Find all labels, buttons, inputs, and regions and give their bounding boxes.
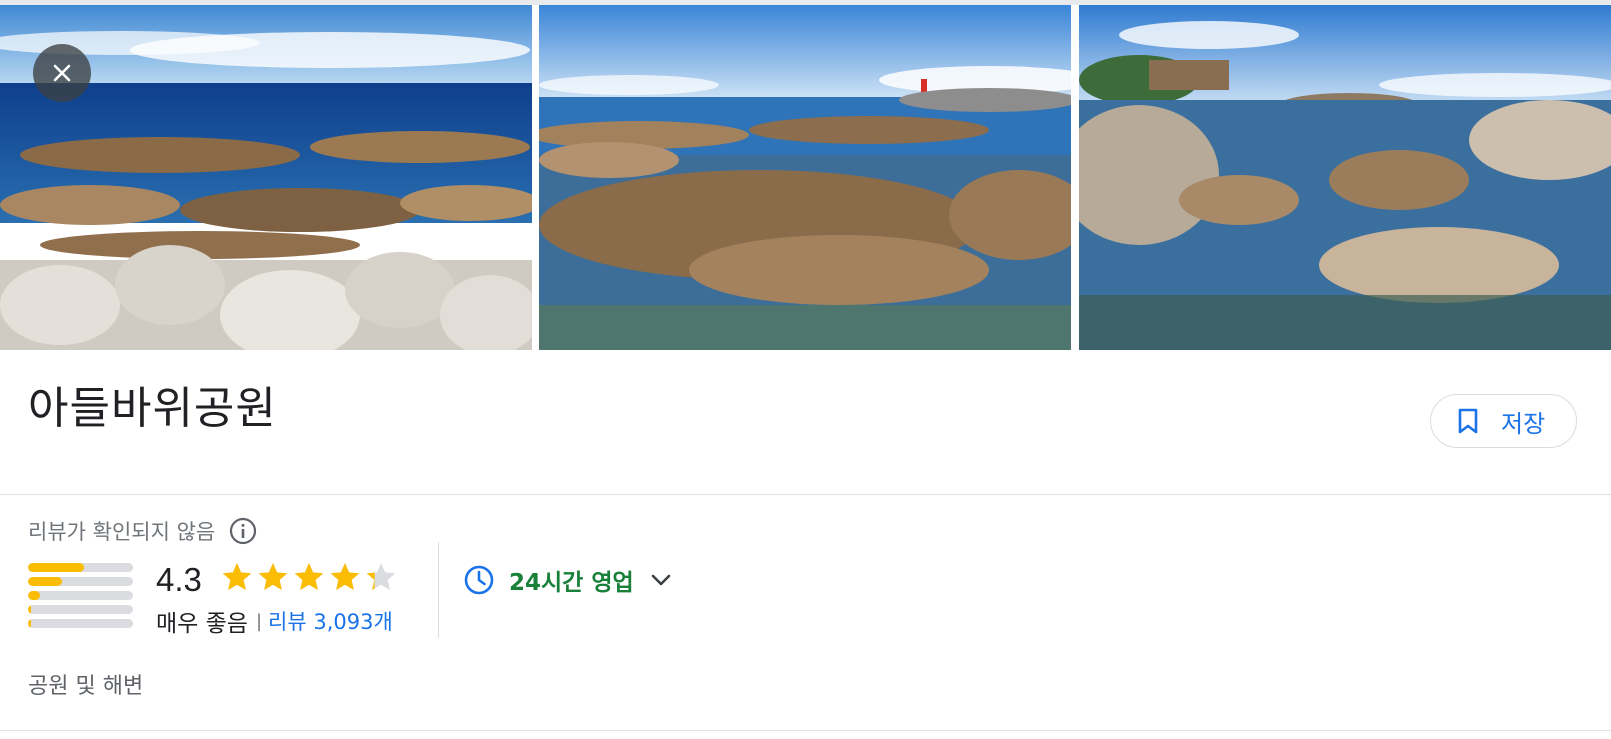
star-icon: [294, 563, 324, 590]
rating-bar-fill: [28, 563, 84, 572]
rating-bar-1: [28, 619, 133, 628]
clock-icon: [464, 565, 494, 595]
chevron-down-icon: [651, 574, 670, 586]
close-button[interactable]: [33, 44, 91, 102]
photo-gallery: [0, 5, 1611, 350]
star-icon: [258, 563, 288, 590]
unverified-reviews-notice: 리뷰가 확인되지 않음: [28, 516, 257, 546]
separator: |: [255, 610, 263, 632]
rating-score: 4.3: [156, 561, 202, 598]
save-button[interactable]: 저장: [1430, 394, 1577, 448]
bottom-divider: [0, 730, 1611, 731]
hours-toggle[interactable]: 24시간 영업: [463, 563, 674, 597]
rating-bar-fill: [28, 577, 62, 586]
photo-3[interactable]: [1079, 5, 1611, 350]
rating-summary: 매우 좋음 | 리뷰 3,093개: [156, 604, 393, 638]
reviews-link[interactable]: 리뷰 3,093개: [268, 606, 393, 636]
rating-distribution: [28, 563, 133, 633]
section-divider: [0, 494, 1611, 495]
rating-bar-fill: [28, 591, 40, 600]
star-rating: [221, 561, 397, 593]
place-category: 공원 및 해변: [28, 674, 144, 699]
vertical-divider: [438, 542, 439, 638]
bookmark-icon: [1458, 408, 1478, 434]
save-label: 저장: [1501, 409, 1546, 438]
place-title: 아들바위공원: [28, 383, 277, 434]
unverified-label: 리뷰가 확인되지 않음: [28, 520, 216, 544]
hours-label: 24시간 영업: [509, 570, 634, 596]
rating-bar-5: [28, 563, 133, 572]
rating-bar-fill: [28, 619, 32, 628]
close-icon: [53, 64, 71, 82]
rating-bar-3: [28, 591, 133, 600]
rating-word: 매우 좋음: [156, 611, 248, 637]
rating-bar-fill: [28, 605, 32, 614]
rating-bar-2: [28, 605, 133, 614]
star-icon: [330, 563, 360, 590]
star-icon: [222, 563, 252, 590]
photo-2[interactable]: [539, 5, 1071, 350]
star-icon: [366, 563, 396, 590]
info-icon[interactable]: [229, 517, 257, 545]
rating-bar-4: [28, 577, 133, 586]
